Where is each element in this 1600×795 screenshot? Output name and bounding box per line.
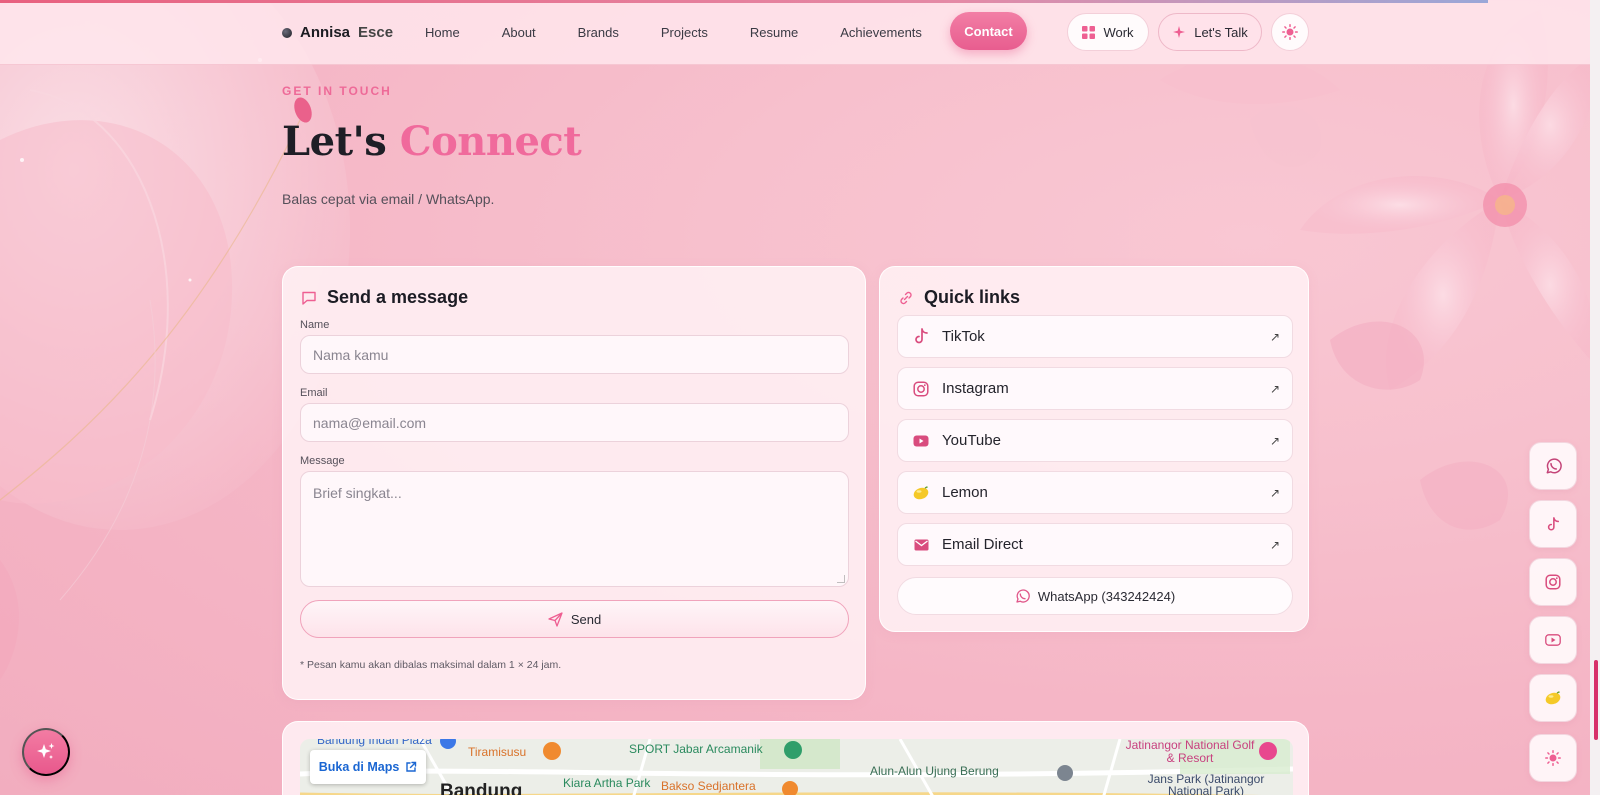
quick-link-instagram[interactable]: Instagram ↗ [897, 367, 1293, 410]
paper-plane-icon [548, 611, 563, 627]
nav-link-achievements[interactable]: Achievements [840, 25, 922, 40]
send-message-title: Send a message [327, 287, 469, 307]
brand-dot-icon [282, 27, 292, 38]
work-button[interactable]: Work [1067, 13, 1149, 51]
whatsapp-icon [1546, 457, 1562, 473]
floating-instagram-button[interactable] [1529, 558, 1577, 606]
email-label: Email [300, 387, 328, 399]
floating-youtube-button[interactable] [1529, 616, 1577, 664]
lets-talk-button[interactable]: Let's Talk [1158, 13, 1262, 51]
email-input[interactable]: nama@email.com [300, 403, 849, 442]
map-place-label: Bandung Indah Plaza [317, 739, 432, 747]
nav-link-resume[interactable]: Resume [750, 25, 798, 40]
nav-link-contact[interactable]: Contact [950, 12, 1027, 50]
sparkle-icon [1173, 26, 1186, 38]
sun-icon [1282, 24, 1298, 40]
whatsapp-button[interactable]: WhatsApp (343242424) [897, 577, 1293, 615]
quick-link-youtube[interactable]: YouTube ↗ [897, 419, 1293, 462]
title-part-1: Let's [282, 118, 387, 165]
mail-icon [910, 539, 932, 551]
nav-link-brands[interactable]: Brands [578, 25, 619, 40]
map-place-label: Jatinangor National Golf & Resort [1125, 739, 1255, 765]
title-part-2: Connect [399, 118, 582, 165]
brand-last-name: Esce [358, 24, 394, 41]
external-arrow-icon: ↗ [1269, 381, 1280, 396]
external-link-icon [406, 761, 417, 772]
quick-links-title: Quick links [924, 287, 1021, 307]
lemon-icon [1545, 691, 1561, 705]
quick-link-label: Instagram [942, 380, 1009, 397]
link-icon [900, 291, 912, 304]
quick-links-card: Quick links TikTok ↗ Instagram ↗ YouTube… [879, 266, 1309, 632]
top-navbar: Annisa Esce Home About Brands Projects R… [0, 0, 1590, 65]
youtube-icon [1545, 634, 1561, 646]
resize-handle[interactable] [837, 575, 845, 583]
floating-tiktok-button[interactable] [1529, 500, 1577, 548]
sparkles-icon [37, 743, 55, 759]
send-label: Send [570, 611, 602, 627]
page-title: Let's Connect [282, 118, 582, 165]
name-label: Name [300, 319, 330, 331]
floating-lemon-button[interactable] [1529, 674, 1577, 722]
map-place-label: Kiara Artha Park [563, 776, 651, 790]
page-subtitle: Balas cepat via email / WhatsApp. [282, 191, 495, 207]
floating-theme-toggle-button[interactable] [1529, 734, 1577, 782]
map-place-label: Bandung [440, 781, 523, 795]
brand-logo[interactable]: Annisa Esce [282, 24, 393, 41]
quick-link-label: Email Direct [942, 536, 1023, 553]
quick-link-label: YouTube [942, 432, 1001, 449]
map-card: Bandung Indah Plaza Tiramisusu SPORT Jab… [282, 721, 1309, 795]
message-placeholder: Brief singkat... [313, 485, 402, 501]
nav-link-home[interactable]: Home [425, 25, 460, 40]
scrollbar-thumb[interactable] [1594, 660, 1598, 740]
send-message-heading: Send a message [301, 287, 468, 308]
grid-icon [1082, 25, 1096, 39]
nav-link-about[interactable]: About [502, 25, 536, 40]
lets-talk-label: Let's Talk [1194, 24, 1248, 40]
name-input[interactable]: Nama kamu [300, 335, 849, 374]
lemon-icon [910, 485, 932, 500]
sun-icon [1545, 750, 1561, 766]
message-label: Message [300, 455, 345, 467]
tiktok-icon [910, 328, 932, 345]
ai-sparkle-fab[interactable] [22, 728, 70, 776]
nav-link-projects[interactable]: Projects [661, 25, 708, 40]
quick-link-label: Lemon [942, 484, 988, 501]
open-in-maps-label: Buka di Maps [318, 760, 400, 774]
tiktok-icon [1547, 516, 1560, 531]
reply-time-note: * Pesan kamu akan dibalas maksimal dalam… [300, 659, 562, 671]
scroll-progress-bar [0, 0, 1600, 3]
quick-link-email-direct[interactable]: Email Direct ↗ [897, 523, 1293, 566]
quick-link-label: TikTok [942, 328, 985, 345]
brand-first-name: Annisa [300, 24, 351, 41]
instagram-icon [1545, 574, 1561, 590]
section-eyebrow: GET IN TOUCH [282, 84, 392, 98]
whatsapp-label: WhatsApp (343242424) [1037, 588, 1176, 604]
message-textarea[interactable]: Brief singkat... [300, 471, 849, 587]
quick-link-tiktok[interactable]: TikTok ↗ [897, 315, 1293, 358]
map-place-label: Jans Park (Jatinangor National Park) [1147, 772, 1265, 795]
work-label: Work [1103, 24, 1134, 40]
quick-link-lemon[interactable]: Lemon ↗ [897, 471, 1293, 514]
send-button[interactable]: Send [300, 600, 849, 638]
nav-links: Home About Brands Projects Resume Achiev… [425, 0, 964, 65]
chat-bubble-icon [302, 291, 316, 305]
whatsapp-icon [1016, 588, 1030, 603]
send-message-card: Send a message Name Nama kamu Email nama… [282, 266, 866, 700]
map-embed[interactable]: Bandung Indah Plaza Tiramisusu SPORT Jab… [300, 739, 1293, 795]
floating-whatsapp-button[interactable] [1529, 442, 1577, 490]
map-place-label: Tiramisusu [468, 745, 527, 759]
external-arrow-icon: ↗ [1269, 329, 1280, 344]
external-arrow-icon: ↗ [1269, 485, 1280, 500]
map-place-label: Bakso Sedjantera [661, 779, 756, 793]
external-arrow-icon: ↗ [1269, 433, 1280, 448]
quick-links-heading: Quick links [898, 287, 1020, 308]
external-arrow-icon: ↗ [1269, 537, 1280, 552]
open-in-maps-button[interactable]: Buka di Maps [310, 750, 426, 784]
map-place-label: Alun-Alun Ujung Berung [870, 764, 999, 778]
theme-toggle-button[interactable] [1271, 13, 1309, 51]
youtube-icon [910, 435, 932, 447]
map-place-label: SPORT Jabar Arcamanik [629, 742, 763, 756]
instagram-icon [910, 380, 932, 397]
